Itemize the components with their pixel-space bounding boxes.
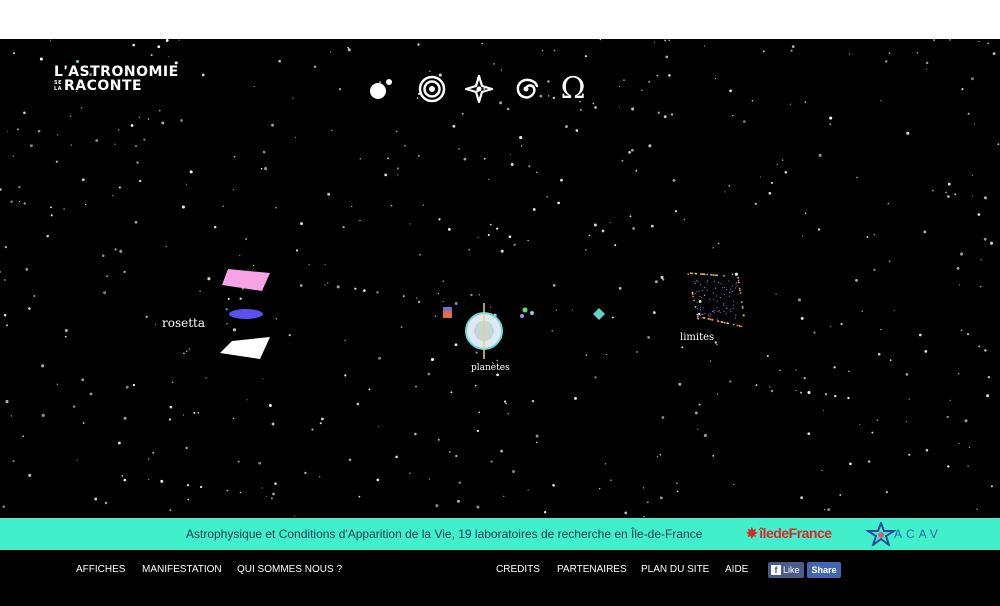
rosetta-label[interactable]: rosetta xyxy=(162,316,205,330)
footer-link-credits[interactable]: CREDITS xyxy=(496,564,540,575)
orbit-rings-icon[interactable] xyxy=(418,75,446,103)
footer-link-plan-du-site[interactable]: PLAN DU SITE xyxy=(641,564,709,575)
acav-logo-text: ACAV xyxy=(894,527,942,541)
logo-line-1: L'ASTRONOMIE xyxy=(54,64,179,80)
site-logo[interactable]: L'ASTRONOMIE SE LA RACONTE xyxy=(54,60,179,93)
partner-band: Astrophysique et Conditions d'Apparition… xyxy=(0,518,1000,550)
iledefrance-logo[interactable]: ✸ îledeFrance xyxy=(746,525,832,542)
rosetta-object[interactable] xyxy=(218,267,274,363)
exoplanet-diamond-object[interactable] xyxy=(591,307,609,321)
facebook-like-button[interactable]: f Like xyxy=(768,562,804,578)
galaxy-spiral-icon[interactable] xyxy=(512,75,540,103)
footer-link-affiches[interactable]: AFFICHES xyxy=(76,564,125,575)
band-description: Astrophysique et Conditions d'Apparition… xyxy=(186,527,703,541)
facebook-icon: f xyxy=(771,565,781,575)
logo-dot xyxy=(76,60,79,63)
logo-line-2: SE LA RACONTE xyxy=(54,79,179,93)
limites-object[interactable] xyxy=(680,265,750,329)
iledefrance-star-icon: ✸ xyxy=(746,525,758,541)
omega-icon[interactable]: Ω xyxy=(559,74,587,104)
logo-line-2-text: RACONTE xyxy=(64,78,143,94)
planet-moon-icon[interactable] xyxy=(366,75,394,103)
facebook-share-button[interactable]: Share xyxy=(807,562,841,578)
footer-link-qui-sommes-nous[interactable]: QUI SOMMES NOUS ? xyxy=(237,564,342,575)
acav-star-icon xyxy=(866,522,896,546)
planetes-object[interactable] xyxy=(415,301,545,361)
iledefrance-logo-text: îledeFrance xyxy=(759,525,832,541)
logo-small-la: LA xyxy=(54,86,63,92)
footer-link-partenaires[interactable]: PARTENAIRES xyxy=(557,564,627,575)
planetes-label[interactable]: planètes xyxy=(471,363,510,373)
footer-link-manifestation[interactable]: MANIFESTATION xyxy=(142,564,222,575)
logo-small-text: SE LA xyxy=(54,80,64,92)
starfield xyxy=(0,39,1000,518)
facebook-like-label: Like xyxy=(783,565,800,575)
footer-nav: AFFICHES MANIFESTATION QUI SOMMES NOUS ?… xyxy=(0,550,1000,595)
footer-link-aide[interactable]: AIDE xyxy=(725,564,748,575)
limites-label[interactable]: limites xyxy=(680,332,714,343)
star-sparkle-icon[interactable] xyxy=(465,75,493,103)
app-viewport: L'ASTRONOMIE SE LA RACONTE Ω rosetta pla… xyxy=(0,39,1000,606)
acav-logo[interactable]: ACAV xyxy=(866,522,956,546)
